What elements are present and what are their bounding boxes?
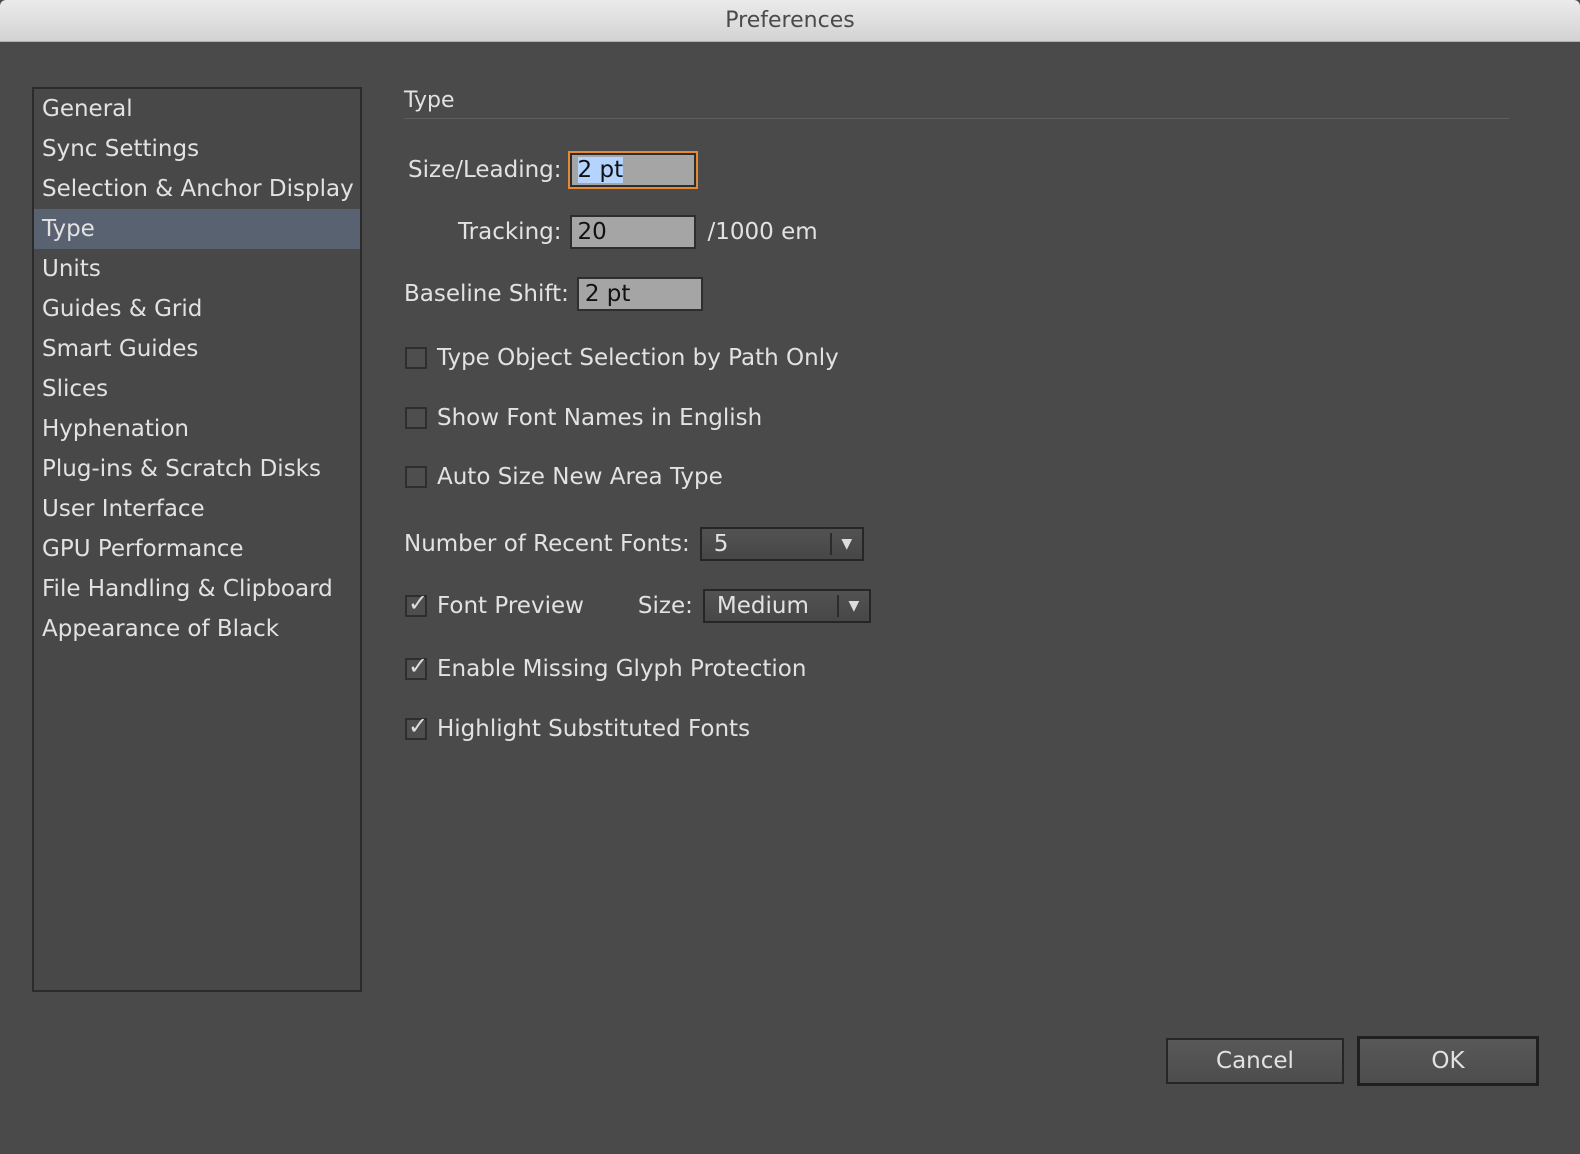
missing-glyph-option[interactable]: Enable Missing Glyph Protection xyxy=(405,652,807,682)
show-font-names-checkbox[interactable] xyxy=(405,407,427,429)
sidebar-item-sync-settings[interactable]: Sync Settings xyxy=(34,129,360,169)
font-preview-label: Font Preview xyxy=(437,593,584,619)
cancel-button[interactable]: Cancel xyxy=(1166,1038,1344,1084)
recent-fonts-value: 5 xyxy=(713,531,729,557)
chevron-down-icon: ▼ xyxy=(841,536,853,552)
recent-fonts-row: Number of Recent Fonts: 5 ▼ xyxy=(404,527,864,561)
show-font-names-label: Show Font Names in English xyxy=(437,405,763,431)
highlight-substituted-option[interactable]: Highlight Substituted Fonts xyxy=(405,712,751,742)
sidebar-item-guides-grid[interactable]: Guides & Grid xyxy=(34,289,360,329)
auto-size-label: Auto Size New Area Type xyxy=(437,464,723,490)
size-leading-row: Size/Leading: 2 pt xyxy=(408,151,698,189)
auto-size-option[interactable]: Auto Size New Area Type xyxy=(405,464,723,490)
auto-size-checkbox[interactable] xyxy=(405,466,427,488)
baseline-shift-row: Baseline Shift: 2 pt xyxy=(404,277,703,311)
recent-fonts-label: Number of Recent Fonts: xyxy=(404,531,690,557)
chevron-down-icon: ▼ xyxy=(848,598,860,614)
sidebar-item-general[interactable]: General xyxy=(34,89,360,129)
font-preview-checkbox[interactable] xyxy=(405,589,428,617)
size-leading-input[interactable]: 2 pt xyxy=(567,151,698,189)
tracking-label: Tracking: xyxy=(458,219,562,245)
missing-glyph-label: Enable Missing Glyph Protection xyxy=(437,656,807,682)
title-bar: Preferences xyxy=(0,0,1580,42)
recent-fonts-dropdown[interactable]: 5 ▼ xyxy=(699,527,864,561)
baseline-shift-label: Baseline Shift: xyxy=(404,281,569,307)
tracking-row: Tracking: 20 /1000 em xyxy=(458,215,818,249)
sidebar-item-plug-ins-scratch-disks[interactable]: Plug-ins & Scratch Disks xyxy=(34,449,360,489)
window-title: Preferences xyxy=(725,8,855,33)
type-object-selection-option[interactable]: Type Object Selection by Path Only xyxy=(405,345,839,371)
ok-button[interactable]: OK xyxy=(1357,1036,1539,1086)
font-preview-size-label: Size: xyxy=(637,593,693,619)
highlight-substituted-checkbox[interactable] xyxy=(405,712,428,740)
sidebar-item-slices[interactable]: Slices xyxy=(34,369,360,409)
sidebar-item-hyphenation[interactable]: Hyphenation xyxy=(34,409,360,449)
sidebar-item-type[interactable]: Type xyxy=(34,209,360,249)
sidebar-item-file-handling-clipboard[interactable]: File Handling & Clipboard xyxy=(34,569,360,609)
sidebar-item-user-interface[interactable]: User Interface xyxy=(34,489,360,529)
sidebar-item-gpu-performance[interactable]: GPU Performance xyxy=(34,529,360,569)
sidebar-item-units[interactable]: Units xyxy=(34,249,360,289)
baseline-shift-input[interactable]: 2 pt xyxy=(576,277,703,311)
preferences-category-list: General Sync Settings Selection & Anchor D… xyxy=(32,87,362,992)
font-preview-row: Font Preview Size: Medium ▼ xyxy=(405,589,871,623)
size-leading-label: Size/Leading: xyxy=(408,157,562,183)
missing-glyph-checkbox[interactable] xyxy=(405,652,428,680)
section-title: Type xyxy=(404,88,455,113)
font-preview-size-dropdown[interactable]: Medium ▼ xyxy=(702,589,871,623)
highlight-substituted-label: Highlight Substituted Fonts xyxy=(437,716,751,742)
type-object-selection-label: Type Object Selection by Path Only xyxy=(437,345,839,371)
type-object-selection-checkbox[interactable] xyxy=(405,347,427,369)
sidebar-item-smart-guides[interactable]: Smart Guides xyxy=(34,329,360,369)
sidebar-item-appearance-of-black[interactable]: Appearance of Black xyxy=(34,609,360,649)
tracking-input[interactable]: 20 xyxy=(569,215,696,249)
show-font-names-option[interactable]: Show Font Names in English xyxy=(405,405,762,431)
font-preview-size-value: Medium xyxy=(716,593,809,619)
tracking-unit: /1000 em xyxy=(707,219,818,245)
section-divider xyxy=(404,118,1509,119)
sidebar-item-selection-anchor-display[interactable]: Selection & Anchor Display xyxy=(34,169,360,209)
